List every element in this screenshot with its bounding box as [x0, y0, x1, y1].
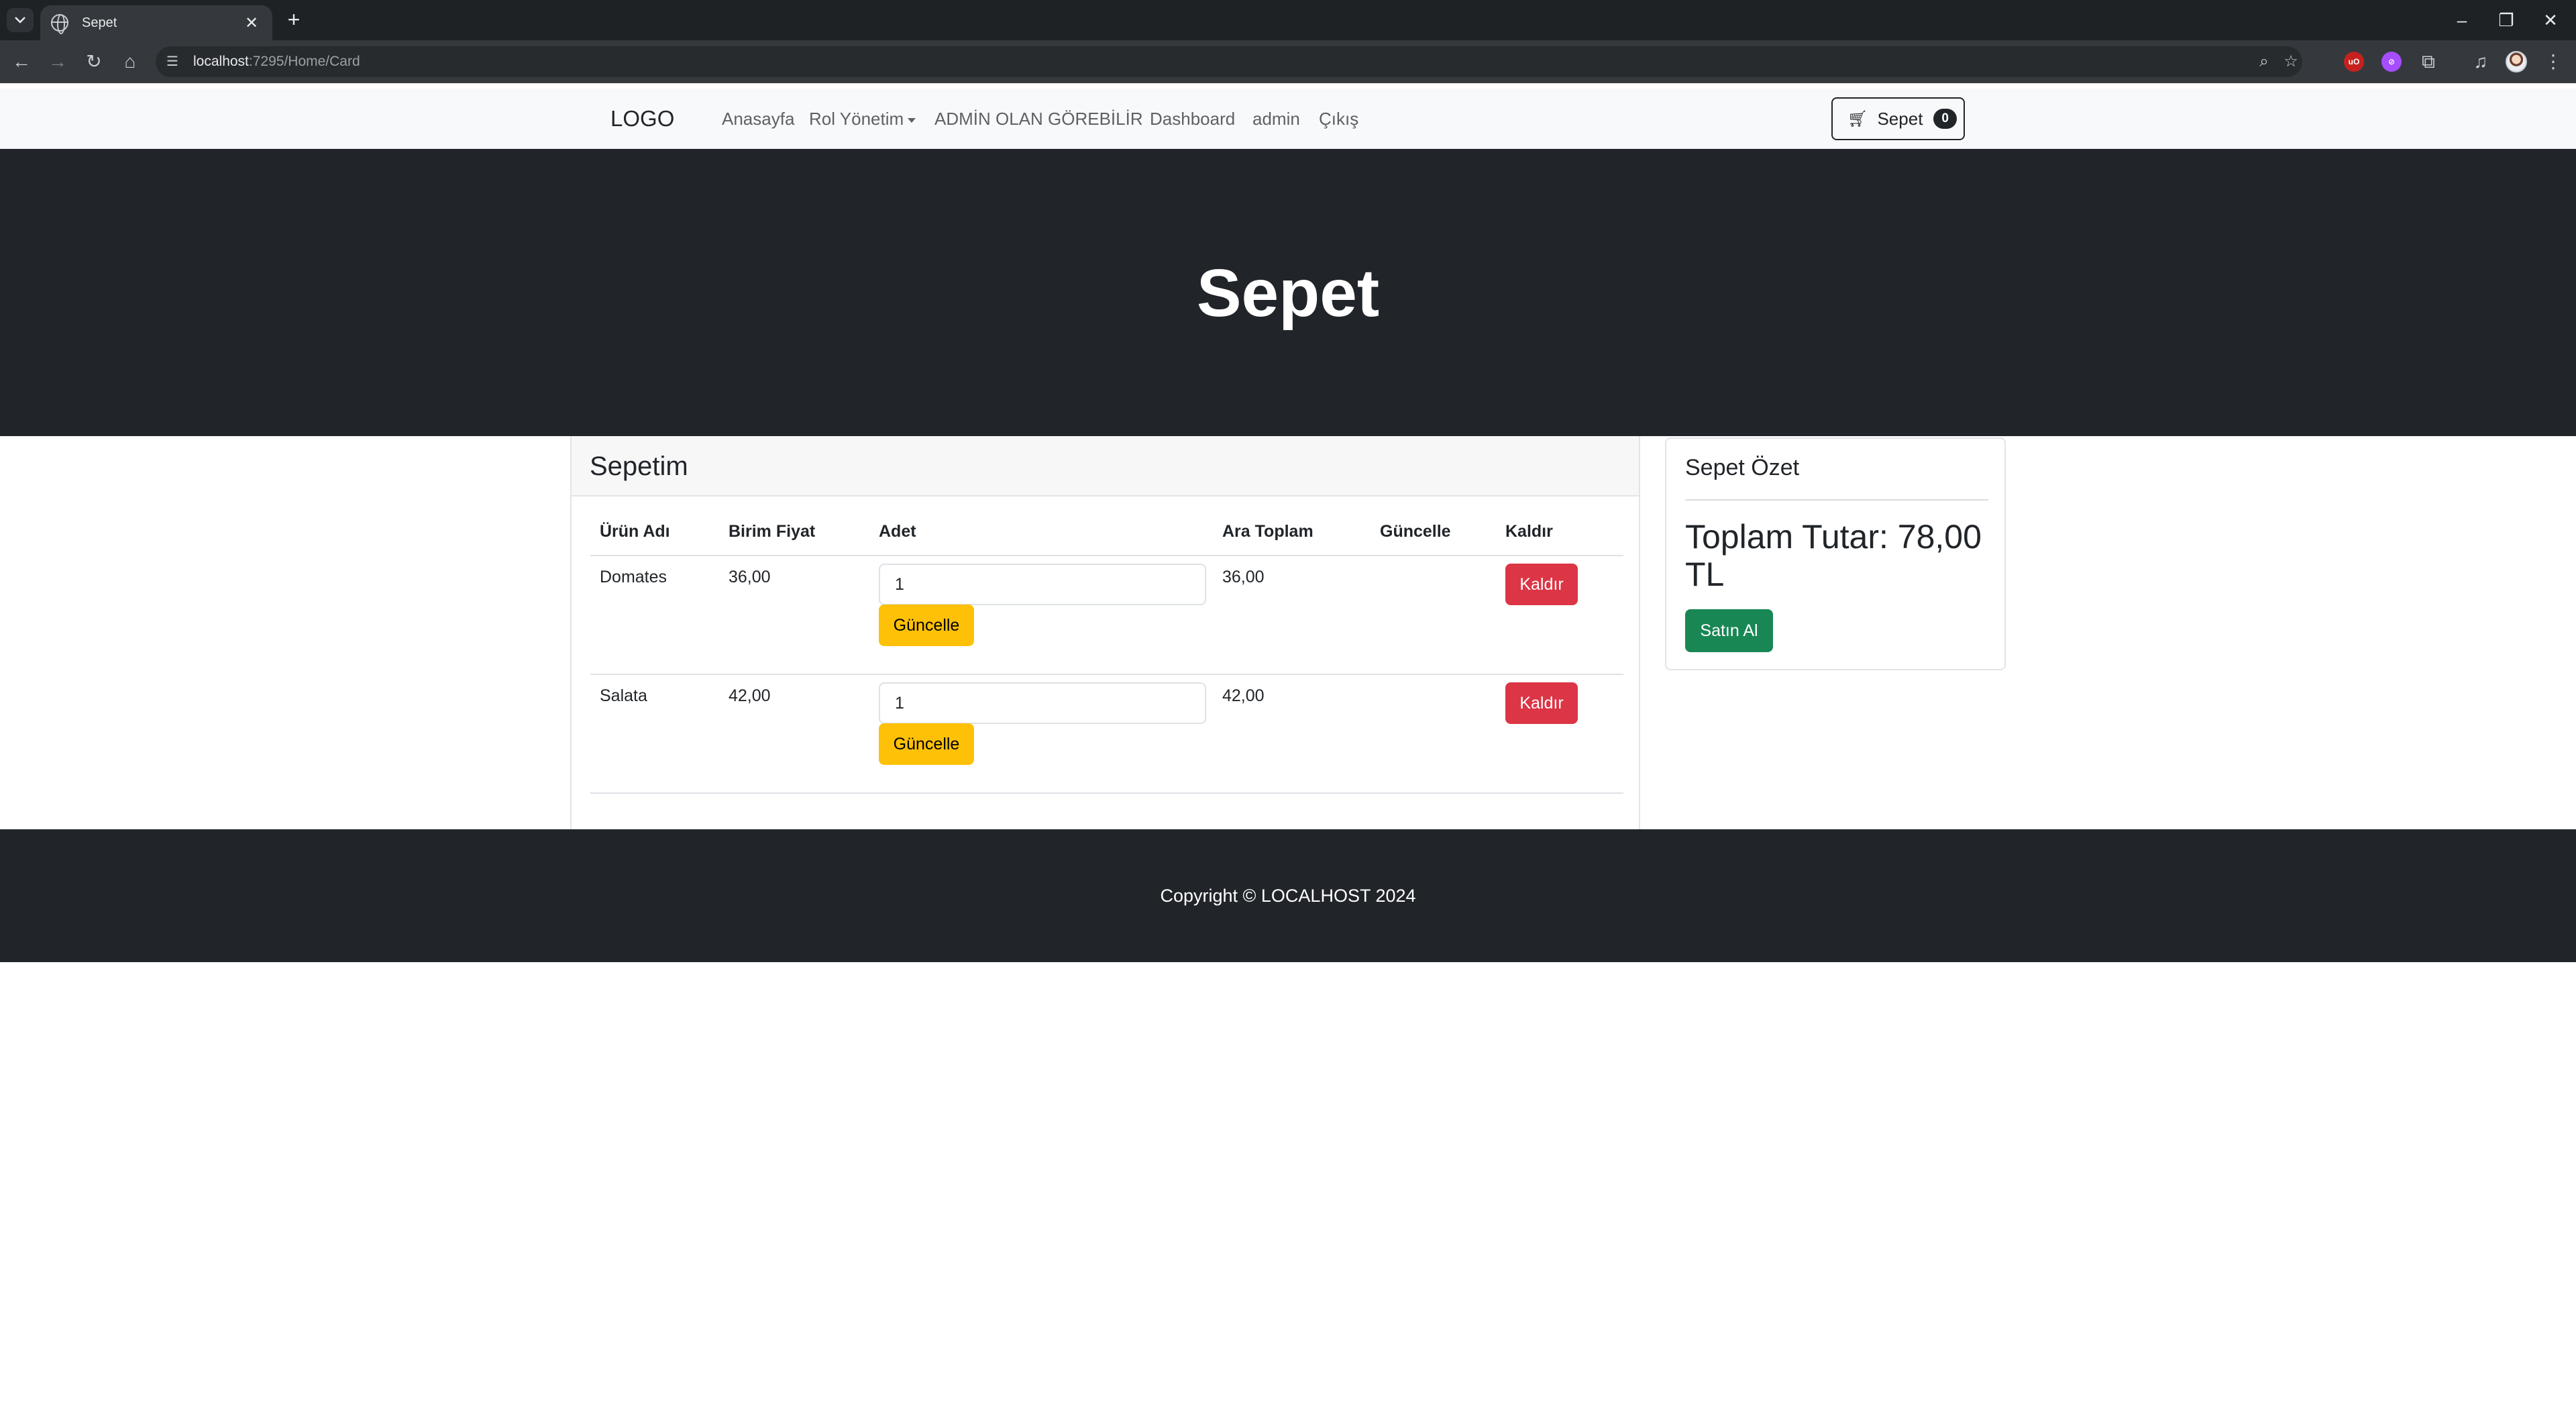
- column-header-product: Ürün Adı: [600, 522, 670, 541]
- column-header-remove: Kaldır: [1505, 522, 1553, 541]
- home-icon[interactable]: ⌂: [118, 50, 142, 74]
- cart-card-header: Sepetim: [572, 436, 1639, 497]
- browser-tab-strip: Sepet ✕ + – ❐ ✕: [0, 0, 2576, 40]
- plus-icon[interactable]: +: [282, 8, 306, 32]
- window-close-icon[interactable]: ✕: [2530, 5, 2571, 35]
- back-icon[interactable]: ←: [9, 50, 34, 74]
- column-header-unit-price: Birim Fiyat: [729, 522, 816, 541]
- menu-icon[interactable]: ⋮: [2541, 50, 2565, 74]
- star-icon[interactable]: ☆: [2281, 52, 2301, 72]
- ublock-extension-icon[interactable]: uO: [2344, 52, 2364, 72]
- nav-link-admin[interactable]: admin: [1252, 89, 1300, 149]
- footer-copyright: Copyright © LOCALHOST 2024: [1160, 886, 1416, 906]
- row-1-remove-button[interactable]: Kaldır: [1505, 564, 1578, 605]
- table-divider: [590, 792, 1623, 794]
- extensions-icon[interactable]: ⧉: [2416, 50, 2440, 74]
- cart-summary-card: Sepet Özet Toplam Tutar: 78,00 TL Satın …: [1665, 437, 2006, 670]
- chevron-down-icon: [908, 117, 916, 123]
- cart-label: Sepet: [1877, 108, 1923, 129]
- cart-button[interactable]: 🛒︎ Sepet 0: [1831, 97, 1965, 140]
- row-2-subtotal: 42,00: [1222, 686, 1265, 705]
- forward-icon[interactable]: →: [46, 50, 70, 74]
- column-header-quantity: Adet: [879, 522, 916, 541]
- page-header: Sepet: [0, 149, 2576, 436]
- summary-divider: [1685, 499, 1988, 501]
- address-bar[interactable]: ☰ localhost:7295/Home/Card ⌕ ☆: [156, 46, 2302, 77]
- globe-icon: [51, 14, 68, 34]
- extension-icon[interactable]: ⊘: [2381, 52, 2402, 72]
- row-1-subtotal: 36,00: [1222, 568, 1265, 586]
- table-divider: [590, 674, 1623, 675]
- row-2-quantity-input[interactable]: 1: [879, 682, 1206, 724]
- nav-dropdown-rol-yonetim[interactable]: Rol Yönetim: [809, 89, 916, 149]
- restore-icon[interactable]: ❐: [2486, 5, 2526, 35]
- nav-link-anasayfa[interactable]: Anasayfa: [722, 89, 794, 149]
- row-2-remove-button[interactable]: Kaldır: [1505, 682, 1578, 724]
- page-footer: Copyright © LOCALHOST 2024: [0, 829, 2576, 962]
- tab-search-icon[interactable]: [7, 8, 34, 32]
- page-title: Sepet: [1196, 256, 1380, 331]
- summary-title: Sepet Özet: [1685, 455, 1800, 480]
- row-1-product-name: Domates: [600, 568, 667, 586]
- tab-title: Sepet: [82, 15, 117, 30]
- cart-card: Sepetim Ürün Adı Birim Fiyat Adet Ara To…: [570, 436, 1640, 829]
- row-2-product-name: Salata: [600, 686, 647, 705]
- column-header-update: Güncelle: [1380, 522, 1451, 541]
- site-info-icon[interactable]: ☰: [166, 53, 185, 70]
- media-icon[interactable]: ♫: [2469, 50, 2493, 74]
- site-navbar: LOGO Anasayfa Rol Yönetim ADMİN OLAN GÖR…: [0, 89, 2576, 149]
- nav-link-admin-olan[interactable]: ADMİN OLAN GÖREBİLİR: [934, 89, 1143, 149]
- summary-total: Toplam Tutar: 78,00 TL: [1685, 518, 1982, 593]
- zoom-icon[interactable]: ⌕: [2254, 52, 2274, 72]
- url-text: localhost:7295/Home/Card: [193, 54, 360, 69]
- row-1-quantity-input[interactable]: 1: [879, 564, 1206, 605]
- row-1-update-button[interactable]: Güncelle: [879, 605, 974, 646]
- close-icon[interactable]: ✕: [241, 13, 262, 33]
- minimize-icon[interactable]: –: [2442, 5, 2482, 35]
- table-divider: [590, 555, 1623, 556]
- reload-icon[interactable]: ↻: [82, 50, 106, 74]
- row-2-update-button[interactable]: Güncelle: [879, 723, 974, 765]
- cart-title: Sepetim: [590, 452, 688, 481]
- row-1-unit-price: 36,00: [729, 568, 771, 586]
- nav-link-cikis[interactable]: Çıkış: [1319, 89, 1358, 149]
- browser-tab[interactable]: Sepet ✕: [40, 5, 272, 40]
- brand-logo[interactable]: LOGO: [610, 89, 674, 149]
- column-header-subtotal: Ara Toplam: [1222, 522, 1313, 541]
- buy-button[interactable]: Satın Al: [1685, 609, 1773, 652]
- nav-link-dashboard[interactable]: Dashboard: [1150, 89, 1235, 149]
- cart-count-badge: 0: [1933, 109, 1957, 129]
- cart-icon: 🛒︎: [1847, 109, 1868, 128]
- avatar[interactable]: [2506, 51, 2527, 72]
- browser-toolbar: ← → ↻ ⌂ ☰ localhost:7295/Home/Card ⌕ ☆ u…: [0, 40, 2576, 83]
- row-2-unit-price: 42,00: [729, 686, 771, 705]
